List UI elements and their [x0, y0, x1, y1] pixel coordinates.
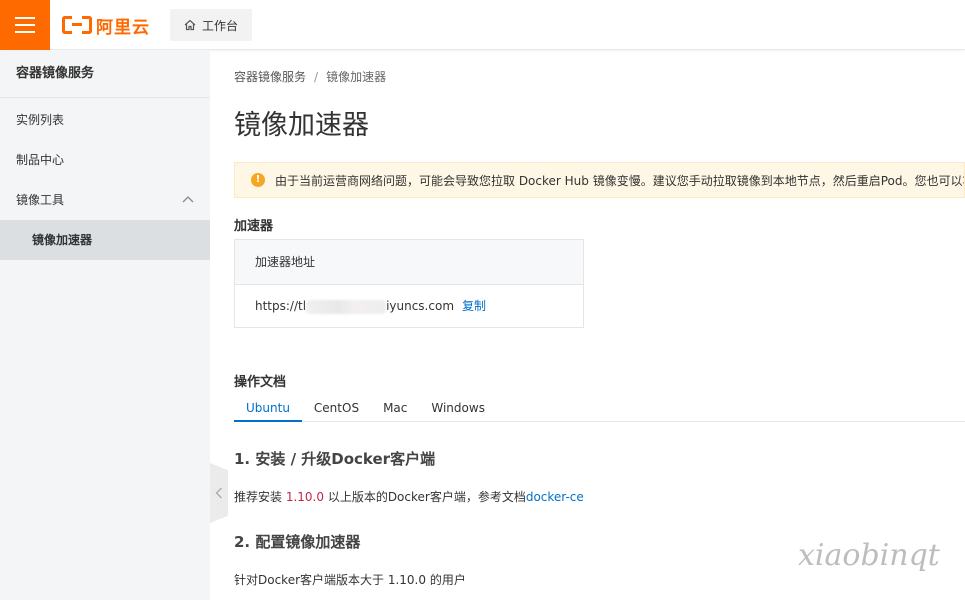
- accelerator-address-row: https://tl iyuncs.com 复制: [235, 285, 583, 327]
- chevron-left-icon: [215, 487, 222, 499]
- accelerator-table: 加速器地址 https://tl iyuncs.com 复制: [234, 239, 584, 328]
- breadcrumb-parent-link[interactable]: 容器镜像服务: [234, 70, 306, 84]
- sidebar-item-label: 镜像工具: [16, 193, 65, 207]
- tab-ubuntu[interactable]: Ubuntu: [234, 395, 302, 422]
- chevron-up-icon: [182, 196, 194, 203]
- sidebar-item-label: 镜像加速器: [32, 233, 93, 247]
- accelerator-url-prefix: https://tl: [255, 299, 307, 313]
- sidebar-item-image-accelerator[interactable]: 镜像加速器: [0, 220, 210, 260]
- tab-windows[interactable]: Windows: [419, 395, 497, 422]
- logo-text: 阿里云: [96, 17, 150, 38]
- step1-text-middle: 以上版本的Docker客户端，参考文档: [324, 490, 526, 504]
- step1-heading: 1. 安装 / 升级Docker客户端: [234, 450, 436, 468]
- warning-text: 由于当前运营商网络问题，可能会导致您拉取 Docker Hub 镜像变慢。建议您…: [275, 173, 965, 188]
- watermark: xiaobinqt: [798, 538, 940, 573]
- accelerator-url-suffix: iyuncs.com: [386, 299, 455, 313]
- step1-text-before: 推荐安装: [234, 490, 286, 504]
- warning-alert: ! 由于当前运营商网络问题，可能会导致您拉取 Docker Hub 镜像变慢。建…: [234, 162, 965, 198]
- hamburger-menu-icon[interactable]: [0, 0, 50, 50]
- step2-text: 针对Docker客户端版本大于 1.10.0 的用户: [234, 573, 466, 587]
- step2-heading: 2. 配置镜像加速器: [234, 533, 361, 551]
- docker-ce-link[interactable]: docker-ce: [526, 490, 584, 504]
- sidebar-item-image-tools[interactable]: 镜像工具: [0, 180, 210, 220]
- workbench-label: 工作台: [201, 18, 238, 33]
- accelerator-section-title: 加速器: [234, 219, 274, 234]
- step1-version: 1.10.0: [285, 490, 324, 504]
- copy-link[interactable]: 复制: [462, 299, 486, 313]
- accelerator-column-header: 加速器地址: [235, 240, 583, 285]
- os-tabs: Ubuntu CentOS Mac Windows: [234, 395, 965, 422]
- sidebar-item-instances[interactable]: 实例列表: [0, 100, 210, 140]
- home-icon: [184, 19, 196, 31]
- aliyun-logo-icon: [62, 16, 92, 34]
- sidebar-item-label: 实例列表: [16, 113, 65, 127]
- sidebar-item-label: 制品中心: [16, 153, 65, 167]
- sidebar-item-artifacts[interactable]: 制品中心: [0, 140, 210, 180]
- tab-centos[interactable]: CentOS: [302, 395, 371, 422]
- breadcrumb: 容器镜像服务 / 镜像加速器: [234, 68, 386, 85]
- main-content: 容器镜像服务 / 镜像加速器 镜像加速器 ! 由于当前运营商网络问题，可能会导致您拉…: [234, 51, 965, 600]
- tab-mac[interactable]: Mac: [371, 395, 419, 422]
- breadcrumb-separator: /: [314, 70, 319, 84]
- sidebar-collapse-handle[interactable]: [210, 463, 228, 523]
- workbench-button[interactable]: 工作台: [170, 9, 252, 41]
- breadcrumb-current: 镜像加速器: [326, 70, 387, 84]
- warning-icon: !: [251, 173, 265, 187]
- aliyun-logo[interactable]: 阿里云: [62, 14, 150, 38]
- page-title: 镜像加速器: [234, 110, 369, 141]
- step1-text: 推荐安装 1.10.0 以上版本的Docker客户端，参考文档docker-ce: [234, 488, 584, 505]
- redacted-blur: [306, 299, 387, 314]
- sidebar-title: 容器镜像服务: [0, 51, 210, 98]
- docs-section-title: 操作文档: [234, 375, 287, 390]
- sidebar: 容器镜像服务 实例列表 制品中心 镜像工具 镜像加速器: [0, 51, 210, 600]
- top-bar: 阿里云 工作台: [0, 0, 965, 50]
